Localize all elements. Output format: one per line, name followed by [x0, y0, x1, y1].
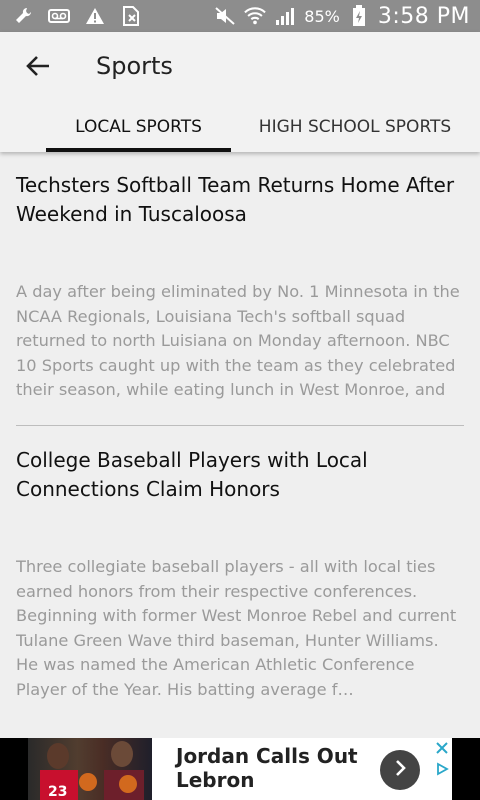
- ad-headline[interactable]: Jordan Calls Out Lebron: [176, 744, 376, 792]
- warning-icon: [84, 5, 106, 27]
- sim-icon: [120, 5, 142, 27]
- tab-high-school-sports[interactable]: HIGH SCHOOL SPORTS: [245, 112, 465, 152]
- battery-percentage: 85%: [304, 6, 340, 26]
- ad-banner[interactable]: 23 Jordan Calls Out Lebron: [0, 738, 480, 800]
- mute-icon: [214, 5, 236, 27]
- page-title: Sports: [96, 52, 173, 80]
- app-bar: Sports LOCAL SPORTS HIGH SCHOOL SPORTS: [0, 32, 480, 152]
- battery-charging-icon: [348, 5, 370, 27]
- svg-text:23: 23: [48, 784, 67, 800]
- article-headline[interactable]: College Baseball Players with Local Conn…: [16, 426, 464, 504]
- ad-image[interactable]: 23: [28, 738, 152, 800]
- article-item[interactable]: College Baseball Players with Local Conn…: [16, 426, 464, 703]
- article-snippet: Three collegiate baseball players - all …: [16, 557, 457, 699]
- chevron-right-icon: [392, 759, 408, 781]
- clock: 3:58 PM: [377, 3, 470, 29]
- ad-choices-icon: [435, 761, 449, 780]
- arrow-left-icon: [25, 55, 51, 81]
- ad-choices-button[interactable]: [432, 760, 452, 780]
- close-icon: [436, 739, 448, 758]
- voicemail-icon: [48, 5, 70, 27]
- ad-panel[interactable]: Jordan Calls Out Lebron: [152, 738, 452, 800]
- article-item[interactable]: Techsters Softball Team Returns Home Aft…: [16, 152, 464, 403]
- tab-bar: LOCAL SPORTS HIGH SCHOOL SPORTS: [0, 112, 480, 152]
- article-headline[interactable]: Techsters Softball Team Returns Home Aft…: [16, 152, 464, 229]
- back-button[interactable]: [18, 50, 58, 86]
- signal-icon: [274, 5, 296, 27]
- article-list: Techsters Softball Team Returns Home Aft…: [16, 152, 464, 703]
- status-bar: 85% 3:58 PM: [0, 0, 480, 32]
- article-snippet: A day after being eliminated by No. 1 Mi…: [16, 282, 460, 399]
- tab-local-sports[interactable]: LOCAL SPORTS: [46, 112, 231, 152]
- ad-close-button[interactable]: [432, 738, 452, 758]
- ad-open-button[interactable]: [380, 750, 420, 790]
- wrench-icon: [12, 5, 34, 27]
- wifi-icon: [244, 5, 267, 27]
